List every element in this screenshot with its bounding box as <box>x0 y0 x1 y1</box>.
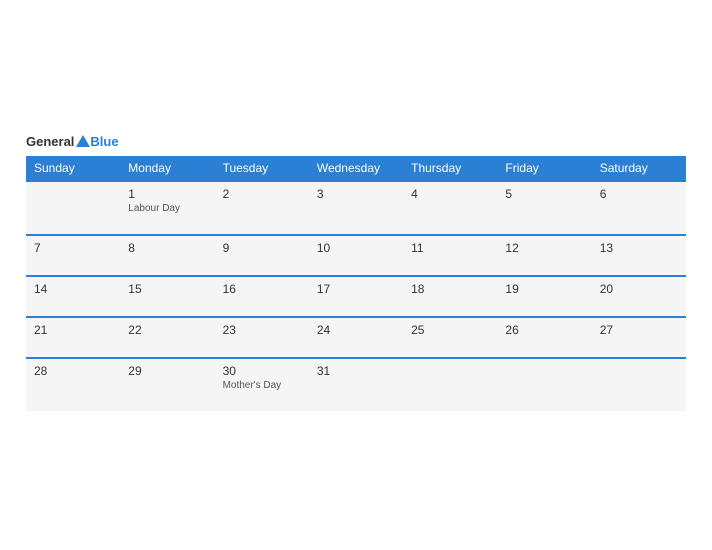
calendar-header: General Blue <box>26 135 686 148</box>
day-number: 5 <box>505 187 583 201</box>
calendar-cell: 28 <box>26 358 120 411</box>
calendar-cell: 3 <box>309 181 403 235</box>
holiday-label: Mother's Day <box>223 380 301 391</box>
calendar-cell: 12 <box>497 235 591 276</box>
day-number: 21 <box>34 323 112 337</box>
day-number: 12 <box>505 241 583 255</box>
calendar-cell: 5 <box>497 181 591 235</box>
day-number: 22 <box>128 323 206 337</box>
day-number: 30 <box>223 364 301 378</box>
day-number: 20 <box>600 282 678 296</box>
weekday-header-row: SundayMondayTuesdayWednesdayThursdayFrid… <box>26 156 686 181</box>
calendar-cell: 8 <box>120 235 214 276</box>
holiday-label: Labour Day <box>128 203 206 214</box>
weekday-header-saturday: Saturday <box>592 156 686 181</box>
weekday-header-friday: Friday <box>497 156 591 181</box>
logo-triangle-icon <box>76 135 90 147</box>
calendar-thead: SundayMondayTuesdayWednesdayThursdayFrid… <box>26 156 686 181</box>
calendar-cell: 16 <box>215 276 309 317</box>
day-number: 2 <box>223 187 301 201</box>
day-number: 3 <box>317 187 395 201</box>
week-row-4: 21 22 23 24 25 26 27 <box>26 317 686 358</box>
calendar-cell <box>26 181 120 235</box>
calendar-cell: 26 <box>497 317 591 358</box>
calendar-cell: 19 <box>497 276 591 317</box>
day-number: 15 <box>128 282 206 296</box>
calendar-cell: 23 <box>215 317 309 358</box>
day-number: 24 <box>317 323 395 337</box>
calendar-cell: 4 <box>403 181 497 235</box>
day-number: 7 <box>34 241 112 255</box>
calendar-cell: 20 <box>592 276 686 317</box>
calendar-cell: 29 <box>120 358 214 411</box>
week-row-1: 1 Labour Day 2 3 4 5 6 <box>26 181 686 235</box>
week-row-3: 14 15 16 17 18 19 20 <box>26 276 686 317</box>
calendar-cell: 10 <box>309 235 403 276</box>
day-number: 17 <box>317 282 395 296</box>
calendar-cell: 30 Mother's Day <box>215 358 309 411</box>
calendar-cell: 18 <box>403 276 497 317</box>
calendar-tbody: 1Labour Day23456789101112131415161718192… <box>26 181 686 411</box>
day-number: 11 <box>411 241 489 255</box>
logo-general-text: General <box>26 135 74 148</box>
week-row-2: 7 8 9 10 11 12 13 <box>26 235 686 276</box>
day-number: 27 <box>600 323 678 337</box>
day-number: 26 <box>505 323 583 337</box>
day-number: 19 <box>505 282 583 296</box>
weekday-header-wednesday: Wednesday <box>309 156 403 181</box>
day-number: 31 <box>317 364 395 378</box>
calendar-cell: 27 <box>592 317 686 358</box>
calendar-cell: 24 <box>309 317 403 358</box>
calendar-cell: 11 <box>403 235 497 276</box>
week-row-5: 28 29 30 Mother's Day 31 <box>26 358 686 411</box>
calendar-cell: 31 <box>309 358 403 411</box>
day-number: 23 <box>223 323 301 337</box>
day-number: 8 <box>128 241 206 255</box>
day-number: 9 <box>223 241 301 255</box>
calendar-cell: 14 <box>26 276 120 317</box>
calendar-cell: 2 <box>215 181 309 235</box>
calendar-cell <box>497 358 591 411</box>
day-number: 10 <box>317 241 395 255</box>
calendar-cell: 6 <box>592 181 686 235</box>
day-number: 14 <box>34 282 112 296</box>
calendar-cell: 21 <box>26 317 120 358</box>
day-number: 4 <box>411 187 489 201</box>
weekday-header-tuesday: Tuesday <box>215 156 309 181</box>
calendar-cell <box>592 358 686 411</box>
day-number: 29 <box>128 364 206 378</box>
calendar-cell: 9 <box>215 235 309 276</box>
day-number: 25 <box>411 323 489 337</box>
calendar-cell: 15 <box>120 276 214 317</box>
day-number: 1 <box>128 187 206 201</box>
calendar-cell: 1 Labour Day <box>120 181 214 235</box>
weekday-header-thursday: Thursday <box>403 156 497 181</box>
logo: General Blue <box>26 135 119 148</box>
calendar-cell: 7 <box>26 235 120 276</box>
logo-blue-text: Blue <box>90 135 118 148</box>
calendar-table: SundayMondayTuesdayWednesdayThursdayFrid… <box>26 156 686 411</box>
calendar-cell: 25 <box>403 317 497 358</box>
calendar-cell: 22 <box>120 317 214 358</box>
calendar-container: General Blue SundayMondayTuesdayWednesday… <box>11 125 701 426</box>
day-number: 28 <box>34 364 112 378</box>
calendar-cell: 17 <box>309 276 403 317</box>
day-number: 13 <box>600 241 678 255</box>
day-number: 18 <box>411 282 489 296</box>
calendar-cell: 13 <box>592 235 686 276</box>
weekday-header-sunday: Sunday <box>26 156 120 181</box>
day-number: 6 <box>600 187 678 201</box>
calendar-cell <box>403 358 497 411</box>
day-number: 16 <box>223 282 301 296</box>
weekday-header-monday: Monday <box>120 156 214 181</box>
